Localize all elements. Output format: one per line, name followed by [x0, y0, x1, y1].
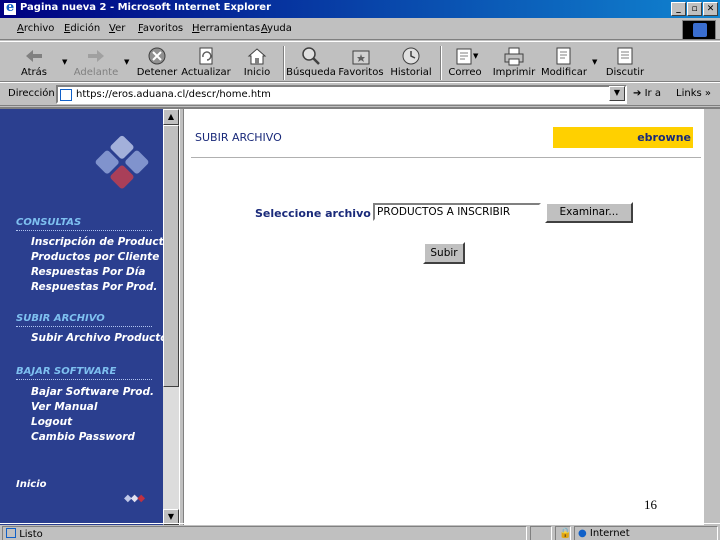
discuss-icon	[617, 47, 633, 65]
menu-bar: Archivo Edición Ver Favoritos Herramient…	[0, 18, 720, 40]
sidebar-divider	[16, 379, 152, 380]
sidebar-item-ver-manual[interactable]: Ver Manual	[31, 401, 98, 413]
page-viewport: CONSULTAS Inscripción de Producto Produc…	[0, 107, 720, 525]
status-bar: Listo 🔒 ● Internet	[0, 523, 720, 540]
stop-icon	[148, 47, 166, 65]
lock-icon: 🔒	[559, 528, 572, 539]
main-frame: SUBIR ARCHIVO ebrowne Seleccione archivo…	[184, 109, 720, 525]
scroll-up-icon[interactable]: ▲	[163, 109, 179, 125]
address-url: https://eros.aduana.cl/descr/home.htm	[76, 89, 271, 100]
stop-button[interactable]: Detener	[129, 44, 185, 82]
toolbar: Atrás ▼ Adelante ▼ Detener Actualizar In…	[0, 41, 720, 82]
decorative-diamonds-icon: ◆◆◆	[124, 493, 145, 504]
submit-button[interactable]: Subir	[423, 242, 465, 264]
back-dropdown-icon[interactable]: ▼	[62, 58, 67, 66]
globe-icon: ●	[578, 528, 587, 539]
window-titlebar: Pagina nueva 2 - Microsoft Internet Expl…	[0, 0, 720, 18]
status-empty-pane	[530, 526, 552, 540]
file-path-input[interactable]: PRODUCTOS A INSCRIBIR	[373, 203, 541, 221]
address-bar: Dirección https://eros.aduana.cl/descr/h…	[0, 82, 720, 106]
sidebar-item-inicio[interactable]: Inicio	[16, 479, 47, 490]
chevron-right-icon: »	[704, 88, 712, 99]
status-lock-pane: 🔒	[555, 526, 571, 540]
mail-button[interactable]: Correo	[437, 44, 493, 82]
close-button[interactable]: ✕	[703, 2, 718, 16]
sidebar-item-logout[interactable]: Logout	[31, 416, 72, 428]
page-done-icon	[6, 528, 16, 538]
refresh-icon	[199, 47, 213, 65]
minimize-button[interactable]: _	[671, 2, 686, 16]
edit-button[interactable]: Modificar	[536, 44, 592, 82]
address-input[interactable]: https://eros.aduana.cl/descr/home.htm	[56, 85, 627, 104]
menu-edicion[interactable]: Edición	[64, 23, 100, 34]
page-title: SUBIR ARCHIVO	[195, 131, 282, 144]
search-button[interactable]: Búsqueda	[283, 44, 339, 82]
forward-button[interactable]: Adelante	[68, 44, 124, 82]
printer-icon	[504, 47, 524, 66]
sidebar-heading-subir: SUBIR ARCHIVO	[16, 313, 105, 324]
sidebar-heading-consultas: CONSULTAS	[16, 217, 82, 228]
main-scrollbar[interactable]	[704, 109, 720, 525]
go-button[interactable]: ➔ Ir a	[633, 88, 661, 99]
sidebar-item-productos-cliente[interactable]: Productos por Cliente	[31, 251, 159, 263]
slide-page-number: 16	[644, 497, 657, 512]
address-dropdown-icon[interactable]: ▼	[609, 86, 625, 101]
restore-button[interactable]: ▫	[687, 2, 702, 16]
sidebar-divider	[16, 230, 152, 231]
scroll-thumb[interactable]	[163, 125, 179, 387]
menu-herramientas[interactable]: Herramientas	[192, 23, 260, 34]
sidebar-item-respuestas-dia[interactable]: Respuestas Por Día	[31, 266, 145, 278]
zone-text: Internet	[589, 528, 630, 539]
menu-ayuda[interactable]: Ayuda	[261, 23, 292, 34]
status-text: Listo	[19, 529, 43, 540]
browse-button[interactable]: Examinar...	[545, 202, 633, 223]
sidebar-item-subir-archivo[interactable]: Subir Archivo Producto	[31, 332, 168, 344]
sidebar-divider	[16, 326, 152, 327]
back-arrow-icon	[26, 50, 42, 62]
status-zone-pane: ● Internet	[574, 526, 718, 540]
forward-arrow-icon	[88, 50, 104, 62]
sidebar-item-cambio-password[interactable]: Cambio Password	[31, 431, 135, 443]
favorites-button[interactable]: Favoritos	[333, 44, 389, 82]
sidebar-item-inscripcion[interactable]: Inscripción de Producto	[31, 236, 171, 248]
menu-ver[interactable]: Ver	[109, 23, 125, 34]
sidebar-heading-bajar: BAJAR SOFTWARE	[16, 366, 117, 377]
search-icon	[302, 47, 320, 65]
discuss-button[interactable]: Discutir	[597, 44, 653, 82]
file-select-label: Seleccione archivo :	[255, 207, 380, 220]
user-name-badge: ebrowne	[553, 127, 693, 148]
address-label: Dirección	[8, 88, 55, 99]
aduana-logo	[80, 134, 165, 220]
ie-icon	[3, 0, 17, 16]
edit-page-icon	[556, 47, 571, 65]
status-text-pane: Listo	[2, 526, 527, 540]
favorites-folder-icon	[352, 50, 370, 65]
sidebar-item-respuestas-prod[interactable]: Respuestas Por Prod.	[31, 281, 157, 293]
history-icon	[402, 47, 420, 65]
back-button[interactable]: Atrás	[6, 44, 62, 82]
window-title: Pagina nueva 2 - Microsoft Internet Expl…	[20, 2, 272, 13]
history-button[interactable]: Historial	[383, 44, 439, 82]
menu-favoritos[interactable]: Favoritos	[138, 23, 183, 34]
links-button[interactable]: Links »	[676, 88, 711, 99]
header-divider	[191, 157, 701, 158]
sidebar-item-bajar-software[interactable]: Bajar Software Prod.	[31, 386, 154, 398]
sidebar-scrollbar[interactable]: ▲ ▼	[163, 109, 179, 525]
home-button[interactable]: Inicio	[229, 44, 285, 82]
print-button[interactable]: Imprimir	[486, 44, 542, 82]
refresh-button[interactable]: Actualizar	[178, 44, 234, 82]
windows-logo-icon	[682, 20, 716, 40]
page-icon	[60, 89, 72, 101]
go-arrow-icon: ➔	[633, 88, 642, 99]
home-icon	[247, 48, 267, 65]
menu-archivo[interactable]: Archivo	[17, 23, 54, 34]
mail-dropdown-icon[interactable]: ▼	[473, 52, 478, 60]
sidebar-frame: CONSULTAS Inscripción de Producto Produc…	[0, 109, 171, 525]
